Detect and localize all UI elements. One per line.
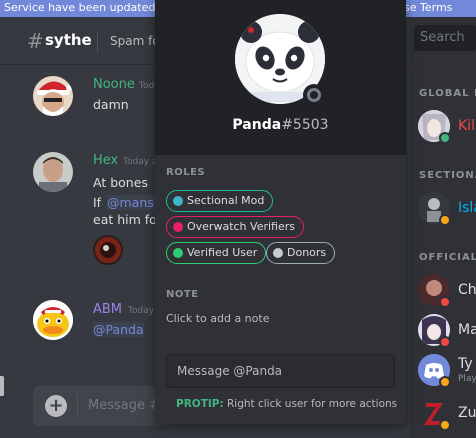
role-color-icon — [173, 196, 183, 206]
banner-link[interactable]: se Terms — [404, 0, 452, 15]
member-section-header: GLOBAL M — [419, 88, 476, 99]
role-color-icon — [173, 222, 183, 232]
member-section-header: SECTIONA — [419, 170, 476, 181]
member-status-badge — [439, 419, 451, 431]
message-image[interactable] — [93, 235, 123, 265]
role-name: Donors — [287, 246, 327, 259]
member-name[interactable]: Ch — [458, 282, 476, 298]
role-name: Overwatch Verifiers — [187, 220, 295, 233]
avatar[interactable] — [33, 152, 73, 192]
message-timestamp: Tod — [139, 81, 155, 91]
member-name[interactable]: Ma — [458, 322, 476, 338]
message-timestamp: Today a — [123, 157, 158, 167]
profile-header: Panda#5503 — [155, 0, 406, 155]
search-input[interactable]: Search — [414, 25, 476, 51]
profile-username[interactable]: Panda#5503 — [155, 117, 406, 133]
message-author[interactable]: Noone — [93, 77, 135, 92]
protip-text: Right click user for more actions — [223, 398, 398, 410]
banner-text: Service have been updated — [4, 1, 156, 14]
message-text: damn — [93, 97, 129, 112]
chat-input[interactable]: + Message #s — [33, 386, 173, 426]
member-activity: Playi — [458, 374, 476, 384]
member-status-badge — [439, 376, 451, 388]
member-name[interactable]: Ty — [458, 356, 473, 372]
avatar[interactable] — [33, 300, 73, 340]
member-list: Search GLOBAL M Kil SECTIONA Isla OFFICI… — [410, 17, 476, 438]
dm-message-input[interactable]: Message @Panda — [166, 354, 395, 388]
input-divider — [77, 394, 78, 418]
profile-status-indicator — [303, 84, 325, 106]
member-status-badge — [439, 214, 451, 226]
note-input[interactable]: Click to add a note — [166, 312, 269, 325]
role-color-icon — [173, 248, 183, 258]
role-pill[interactable]: Verified User — [166, 242, 267, 264]
member-name[interactable]: Kil — [458, 118, 475, 134]
member-section-header: OFFICIAL — [419, 252, 476, 263]
man-avatar-icon — [33, 152, 73, 192]
message-text: eat him for — [93, 212, 162, 227]
profile-name: Panda — [232, 117, 282, 133]
add-attachment-button[interactable]: + — [45, 395, 67, 417]
note-label: NOTE — [166, 289, 199, 300]
offline-status-icon — [307, 88, 321, 102]
role-name: Verified User — [187, 246, 258, 259]
channel-hash-icon: # — [27, 29, 44, 53]
user-profile-popout: Panda#5503 ROLES Sectional Mod Overwatch… — [155, 0, 406, 424]
member-name[interactable]: Zu — [458, 405, 476, 421]
member-status-badge — [439, 336, 451, 348]
member-name[interactable]: Isla — [458, 200, 476, 216]
message-author[interactable]: Hex — [93, 153, 118, 168]
header-divider — [97, 31, 98, 53]
channel-topic[interactable]: Spam fo — [110, 34, 160, 48]
role-pill[interactable]: Donors — [266, 242, 336, 264]
role-color-icon — [273, 248, 283, 258]
protip-label: PROTIP: — [176, 398, 224, 410]
duck-avatar-icon — [33, 300, 73, 340]
profile-discriminator: #5503 — [281, 117, 329, 133]
role-pill[interactable]: Sectional Mod — [166, 190, 274, 212]
channel-name: sythe — [45, 31, 92, 49]
role-pill[interactable]: Overwatch Verifiers — [166, 216, 304, 238]
message-text: At bones — [93, 175, 148, 190]
avatar[interactable] — [33, 76, 73, 116]
scroll-handle[interactable] — [0, 376, 4, 396]
message-text: If — [93, 195, 102, 210]
member-status-badge — [439, 132, 451, 144]
member-status-badge — [439, 296, 451, 308]
role-name: Sectional Mod — [187, 194, 265, 207]
image-thumbnail-icon — [95, 237, 121, 263]
user-mention[interactable]: @Panda — [93, 322, 144, 337]
roles-label: ROLES — [166, 167, 206, 178]
santa-avatar-icon — [33, 76, 73, 116]
protip: PROTIP: Right click user for more action… — [176, 398, 397, 410]
message-author[interactable]: ABM — [93, 302, 122, 317]
discord-window: Service have been updated se Terms # syt… — [0, 0, 476, 438]
